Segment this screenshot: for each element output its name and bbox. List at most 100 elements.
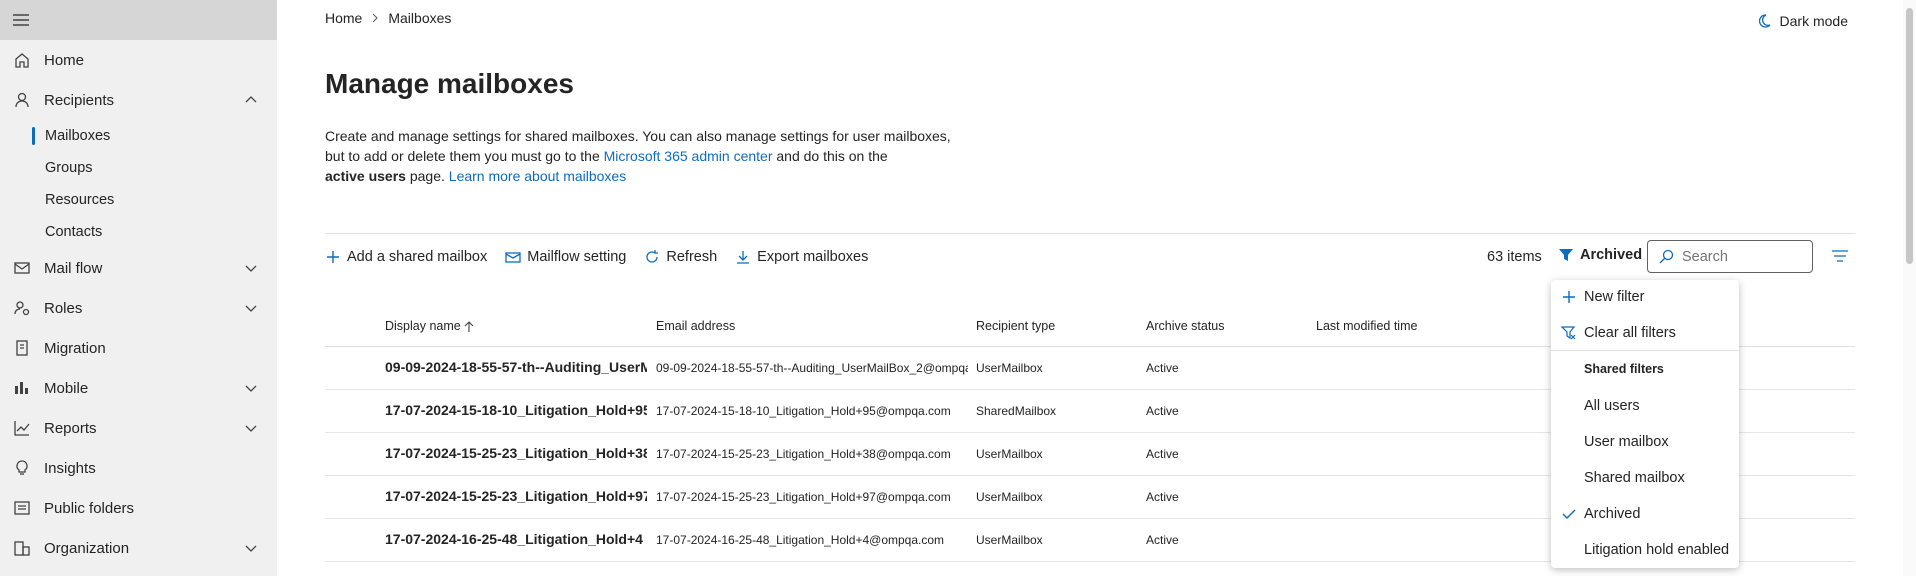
dark-mode-toggle[interactable]: Dark mode — [1756, 13, 1848, 29]
hamburger-row — [0, 0, 277, 40]
filter-shared-mailbox-label: Shared mailbox — [1584, 470, 1685, 486]
lightbulb-icon — [12, 458, 32, 478]
nav-mobile[interactable]: Mobile — [0, 368, 277, 408]
column-options-icon[interactable] — [1831, 249, 1849, 263]
row-email: 17-07-2024-16-25-48_Litigation_Hold+4@om… — [656, 533, 945, 547]
description-line-1: Create and manage settings for shared ma… — [325, 128, 951, 144]
refresh-label: Refresh — [666, 249, 718, 265]
row-archive-status: Active — [1146, 361, 1179, 375]
nav-sub-groups[interactable]: Groups — [0, 152, 277, 184]
person-icon — [12, 90, 32, 110]
nav-public-folders[interactable]: Public folders — [0, 488, 277, 528]
filter-archived[interactable]: Archived — [1551, 499, 1739, 529]
hamburger-menu-icon[interactable] — [12, 13, 30, 27]
row-email: 17-07-2024-15-25-23_Litigation_Hold+97@o… — [656, 490, 951, 504]
description-line-2b: and do this on the — [772, 148, 888, 164]
dark-mode-label: Dark mode — [1779, 13, 1848, 29]
nav-organization[interactable]: Organization — [0, 528, 277, 568]
menu-divider — [1551, 350, 1739, 351]
column-archive-status[interactable]: Archive status — [1146, 319, 1225, 333]
vertical-scrollbar[interactable] — [1903, 0, 1916, 576]
chevron-down-icon[interactable] — [243, 420, 259, 436]
filter-label: Archived — [1580, 247, 1643, 263]
nav-insights[interactable]: Insights — [0, 448, 277, 488]
nav-sub-contacts[interactable]: Contacts — [0, 216, 277, 248]
chevron-down-icon[interactable] — [243, 380, 259, 396]
new-filter-item[interactable]: New filter — [1551, 282, 1739, 312]
nav-recipients[interactable]: Recipients — [0, 80, 277, 120]
nav-reports[interactable]: Reports — [0, 408, 277, 448]
export-mailboxes-label: Export mailboxes — [757, 249, 869, 265]
home-icon — [12, 50, 32, 70]
row-display-name[interactable]: 17-07-2024-15-18-10_Litigation_Hold+95 — [385, 402, 647, 418]
row-recipient-type: UserMailbox — [976, 447, 1043, 461]
row-display-name[interactable]: 17-07-2024-15-25-23_Litigation_Hold+97 — [385, 488, 647, 504]
nav-migration-label: Migration — [44, 339, 106, 357]
nav-migration[interactable]: Migration — [0, 328, 277, 368]
nav-sub-resources[interactable]: Resources — [0, 184, 277, 216]
mailflow-setting-button[interactable]: Mailflow setting — [505, 249, 626, 265]
divider — [325, 233, 1855, 234]
nav-home[interactable]: Home — [0, 40, 277, 80]
filter-litigation-hold-label: Litigation hold enabled — [1584, 542, 1730, 558]
scrollbar-thumb[interactable] — [1906, 8, 1913, 264]
nav-organization-label: Organization — [44, 539, 130, 557]
filter-all-users[interactable]: All users — [1551, 391, 1739, 421]
breadcrumb-home[interactable]: Home — [325, 10, 362, 26]
search-input[interactable] — [1682, 248, 1792, 265]
nav-sub-mailboxes[interactable]: Mailboxes — [0, 120, 277, 152]
nav-public-folders-label: Public folders — [44, 499, 135, 517]
column-recipient-type[interactable]: Recipient type — [976, 319, 1055, 333]
description-bold: active users — [325, 168, 406, 184]
learn-more-link[interactable]: Learn more about mailboxes — [449, 168, 626, 184]
chart-line-icon — [12, 418, 32, 438]
column-last-modified[interactable]: Last modified time — [1316, 319, 1417, 333]
filter-litigation-hold[interactable]: Litigation hold enabled — [1551, 535, 1739, 565]
export-mailboxes-button[interactable]: Export mailboxes — [735, 249, 868, 265]
row-archive-status: Active — [1146, 404, 1179, 418]
organization-icon — [12, 538, 32, 558]
nav-roles[interactable]: Roles — [0, 288, 277, 328]
description-line-2: but to add or delete them you must go to… — [325, 148, 604, 164]
folder-icon — [12, 498, 32, 518]
filter-archived-label: Archived — [1584, 506, 1641, 522]
nav-recipients-label: Recipients — [44, 91, 115, 109]
chevron-down-icon[interactable] — [243, 300, 259, 316]
column-display-name[interactable]: Display name — [385, 319, 474, 333]
nav-roles-label: Roles — [44, 299, 83, 317]
search-icon — [1658, 249, 1674, 265]
page-description: Create and manage settings for shared ma… — [325, 126, 965, 186]
row-recipient-type: UserMailbox — [976, 490, 1043, 504]
row-recipient-type: UserMailbox — [976, 533, 1043, 547]
nav-sub-groups-label: Groups — [45, 160, 93, 176]
chevron-down-icon[interactable] — [243, 260, 259, 276]
chevron-down-icon[interactable] — [243, 540, 259, 556]
mailflow-setting-label: Mailflow setting — [527, 249, 627, 265]
nav-mail-flow[interactable]: Mail flow — [0, 248, 277, 288]
description-line-3: page. — [405, 168, 449, 184]
row-recipient-type: UserMailbox — [976, 361, 1043, 375]
refresh-button[interactable]: Refresh — [644, 249, 717, 265]
row-email: 09-09-2024-18-55-57-th--Auditing_UserMai… — [656, 361, 968, 375]
clear-all-filters-item[interactable]: Clear all filters — [1551, 318, 1739, 348]
filter-all-users-label: All users — [1584, 398, 1640, 414]
row-display-name[interactable]: 09-09-2024-18-55-57-th--Auditing_UserMai… — [385, 359, 647, 375]
row-display-name[interactable]: 17-07-2024-16-25-48_Litigation_Hold+4 — [385, 531, 647, 547]
chevron-up-icon[interactable] — [243, 92, 259, 108]
filter-user-mailbox[interactable]: User mailbox — [1551, 427, 1739, 457]
row-email: 17-07-2024-15-25-23_Litigation_Hold+38@o… — [656, 447, 951, 461]
filter-shared-mailbox[interactable]: Shared mailbox — [1551, 463, 1739, 493]
chevron-right-icon — [370, 13, 380, 23]
sidebar-nav: Home Recipients Mailboxes Groups Resourc… — [0, 0, 277, 576]
roles-icon — [12, 298, 32, 318]
filter-button[interactable]: Archived — [1558, 247, 1642, 263]
search-box[interactable] — [1647, 240, 1813, 273]
page-title: Manage mailboxes — [325, 68, 574, 99]
m365-admin-center-link[interactable]: Microsoft 365 admin center — [604, 148, 773, 164]
column-display-name-label: Display name — [385, 319, 461, 333]
add-shared-mailbox-button[interactable]: Add a shared mailbox — [325, 249, 487, 265]
mail-icon — [12, 258, 32, 278]
column-email-address[interactable]: Email address — [656, 319, 735, 333]
item-count: 63 items — [1487, 249, 1542, 265]
row-display-name[interactable]: 17-07-2024-15-25-23_Litigation_Hold+38 — [385, 445, 647, 461]
